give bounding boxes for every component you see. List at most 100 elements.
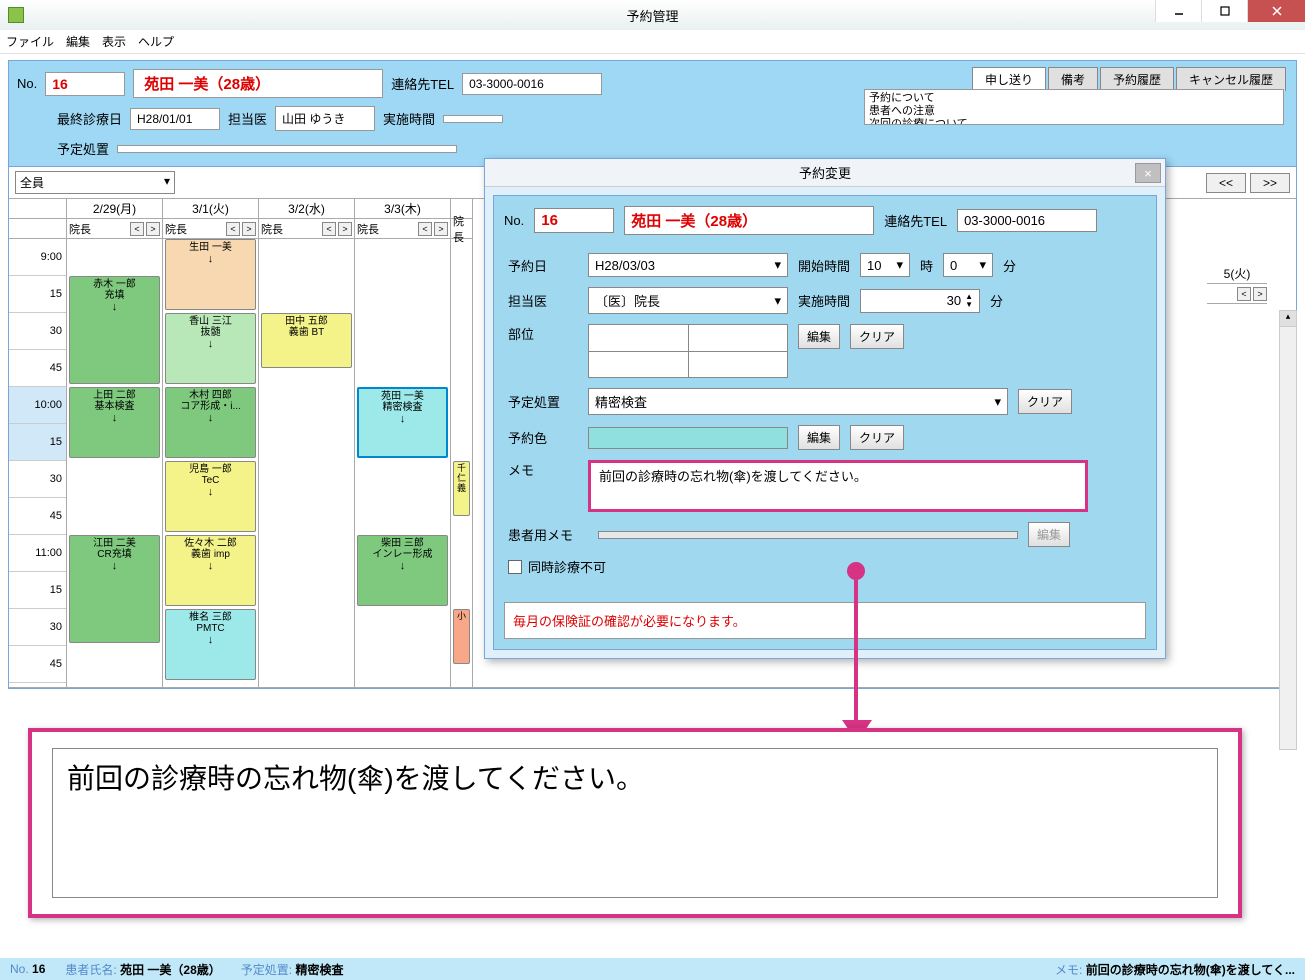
appointment[interactable]: 生田 一美↓ (165, 239, 256, 310)
tab-handover[interactable]: 申し送り (972, 67, 1046, 91)
memo-label: メモ (508, 460, 578, 479)
color-field[interactable] (588, 427, 788, 449)
staff-select[interactable]: 全員▾ (15, 171, 175, 194)
menu-edit[interactable]: 編集 (66, 33, 90, 50)
day-header[interactable]: 3/3(木) (355, 199, 450, 219)
day-header[interactable]: 3/1(火) (163, 199, 258, 219)
appointment[interactable]: 上田 二郎基本検査↓ (69, 387, 160, 458)
color-clear-button[interactable]: クリア (850, 425, 904, 450)
spin-down-icon[interactable]: ▼ (965, 301, 973, 309)
day-header[interactable]: 5(火) (1207, 264, 1267, 284)
no-label: No. (17, 76, 37, 91)
prev-week-button[interactable]: << (1206, 173, 1246, 193)
next-staff-icon[interactable]: > (338, 222, 352, 236)
menu-help[interactable]: ヘルプ (138, 33, 174, 50)
menu-view[interactable]: 表示 (102, 33, 126, 50)
tab-cancel-history[interactable]: キャンセル履歴 (1176, 67, 1286, 91)
dialog-close-button[interactable]: × (1135, 163, 1161, 183)
plan-clear-button[interactable]: クリア (1018, 389, 1072, 414)
minimize-button[interactable] (1155, 0, 1201, 22)
memo-field[interactable]: 前回の診療時の忘れ物(傘)を渡してください。 (588, 460, 1088, 512)
reservation-edit-dialog: 予約変更 × No. 16 苑田 一美（28歳） 連絡先TEL 03-3000-… (484, 158, 1166, 659)
modal-no[interactable]: 16 (534, 208, 614, 233)
time-label: 9:00 (9, 239, 66, 276)
site-grid[interactable] (588, 324, 788, 378)
next-staff-icon[interactable]: > (1253, 287, 1267, 301)
appointment-selected[interactable]: 苑田 一美精密検査↓ (357, 387, 448, 458)
dur-field[interactable]: 30▲▼ (860, 289, 980, 313)
patient-name: 苑田 一美（28歳） (133, 69, 383, 98)
appointment[interactable]: 千仁義 (453, 461, 470, 516)
color-edit-button[interactable]: 編集 (798, 425, 840, 450)
prev-staff-icon[interactable]: < (418, 222, 432, 236)
staff-name: 院長 (261, 221, 283, 237)
scroll-up-icon[interactable]: ▴ (1280, 311, 1296, 327)
hour-combo[interactable]: 10▾ (860, 253, 910, 277)
min-combo[interactable]: 0▾ (943, 253, 993, 277)
note-line: 患者への注意 (869, 105, 1279, 118)
time-label: 15 (9, 424, 66, 461)
contact-field[interactable]: 03-3000-0016 (462, 73, 602, 95)
status-memo-label: メモ: (1055, 963, 1082, 977)
doctor-field[interactable]: 山田 ゆうき (275, 106, 375, 131)
duration-field[interactable] (443, 115, 503, 123)
patient-no[interactable]: 16 (45, 72, 125, 96)
scrollbar[interactable]: ▴ (1279, 310, 1296, 688)
chevron-down-icon: ▾ (896, 257, 903, 273)
site-edit-button[interactable]: 編集 (798, 324, 840, 349)
appointment[interactable]: 木村 四郎コア形成・i...↓ (165, 387, 256, 458)
time-label: 15 (9, 572, 66, 609)
appointment[interactable]: 江田 二美CR充填↓ (69, 535, 160, 643)
status-no-label: No. (10, 962, 29, 976)
doctor-combo[interactable]: 〔医〕院長▾ (588, 287, 788, 314)
next-week-button[interactable]: >> (1250, 173, 1290, 193)
site-clear-button[interactable]: クリア (850, 324, 904, 349)
next-staff-icon[interactable]: > (434, 222, 448, 236)
appointment[interactable]: 児島 一郎TeC↓ (165, 461, 256, 532)
plan-combo[interactable]: 精密検査▾ (588, 388, 1008, 415)
note-line: 予約について (869, 92, 1279, 105)
note-line: 次回の診療について (869, 118, 1279, 125)
lastdate-field[interactable]: H28/01/01 (130, 108, 220, 130)
dialog-title: 予約変更 (799, 163, 851, 182)
memo-enlarged: 前回の診療時の忘れ物(傘)を渡してください。 (28, 728, 1242, 918)
appointment[interactable]: 香山 三江抜髄↓ (165, 313, 256, 384)
day-header[interactable]: 2/29(月) (67, 199, 162, 219)
tab-history[interactable]: 予約履歴 (1100, 67, 1174, 91)
appointment[interactable]: 田中 五郎義歯 BT (261, 313, 352, 368)
modal-name: 苑田 一美（28歳） (624, 206, 874, 235)
modal-contact[interactable]: 03-3000-0016 (957, 209, 1097, 232)
hour-unit: 時 (920, 256, 933, 275)
appointment[interactable]: 椎名 三郎PMTC↓ (165, 609, 256, 680)
date-combo[interactable]: H28/03/03▾ (588, 253, 788, 277)
maximize-button[interactable] (1201, 0, 1247, 22)
menu-file[interactable]: ファイル (6, 33, 54, 50)
prev-staff-icon[interactable]: < (226, 222, 240, 236)
tab-remarks[interactable]: 備考 (1048, 67, 1098, 91)
notes-panel[interactable]: 予約について 患者への注意 次回の診療について (864, 89, 1284, 125)
chevron-down-icon: ▾ (774, 257, 781, 273)
chevron-down-icon: ▾ (980, 257, 987, 273)
time-label: 45 (9, 350, 66, 387)
excl-label: 同時診療不可 (528, 557, 606, 576)
prev-staff-icon[interactable]: < (1237, 287, 1251, 301)
exclusive-checkbox[interactable]: 同時診療不可 (508, 557, 606, 576)
dialog-titlebar[interactable]: 予約変更 × (485, 159, 1165, 187)
date-label: 予約日 (508, 256, 578, 275)
staff-name: 院長 (69, 221, 91, 237)
next-staff-icon[interactable]: > (242, 222, 256, 236)
prev-staff-icon[interactable]: < (322, 222, 336, 236)
pmemo-edit-button[interactable]: 編集 (1028, 522, 1070, 547)
next-staff-icon[interactable]: > (146, 222, 160, 236)
time-label: 30 (9, 313, 66, 350)
close-button[interactable] (1247, 0, 1305, 22)
prev-staff-icon[interactable]: < (130, 222, 144, 236)
time-label: 10:00 (9, 387, 66, 424)
appointment[interactable]: 小 (453, 609, 470, 664)
appointment[interactable]: 赤木 一郎充填↓ (69, 276, 160, 384)
appointment[interactable]: 柴田 三郎インレー形成↓ (357, 535, 448, 606)
day-header[interactable]: 3/2(水) (259, 199, 354, 219)
plan-field[interactable] (117, 145, 457, 153)
appointment[interactable]: 佐々木 二郎義歯 imp↓ (165, 535, 256, 606)
time-label: 30 (9, 609, 66, 646)
